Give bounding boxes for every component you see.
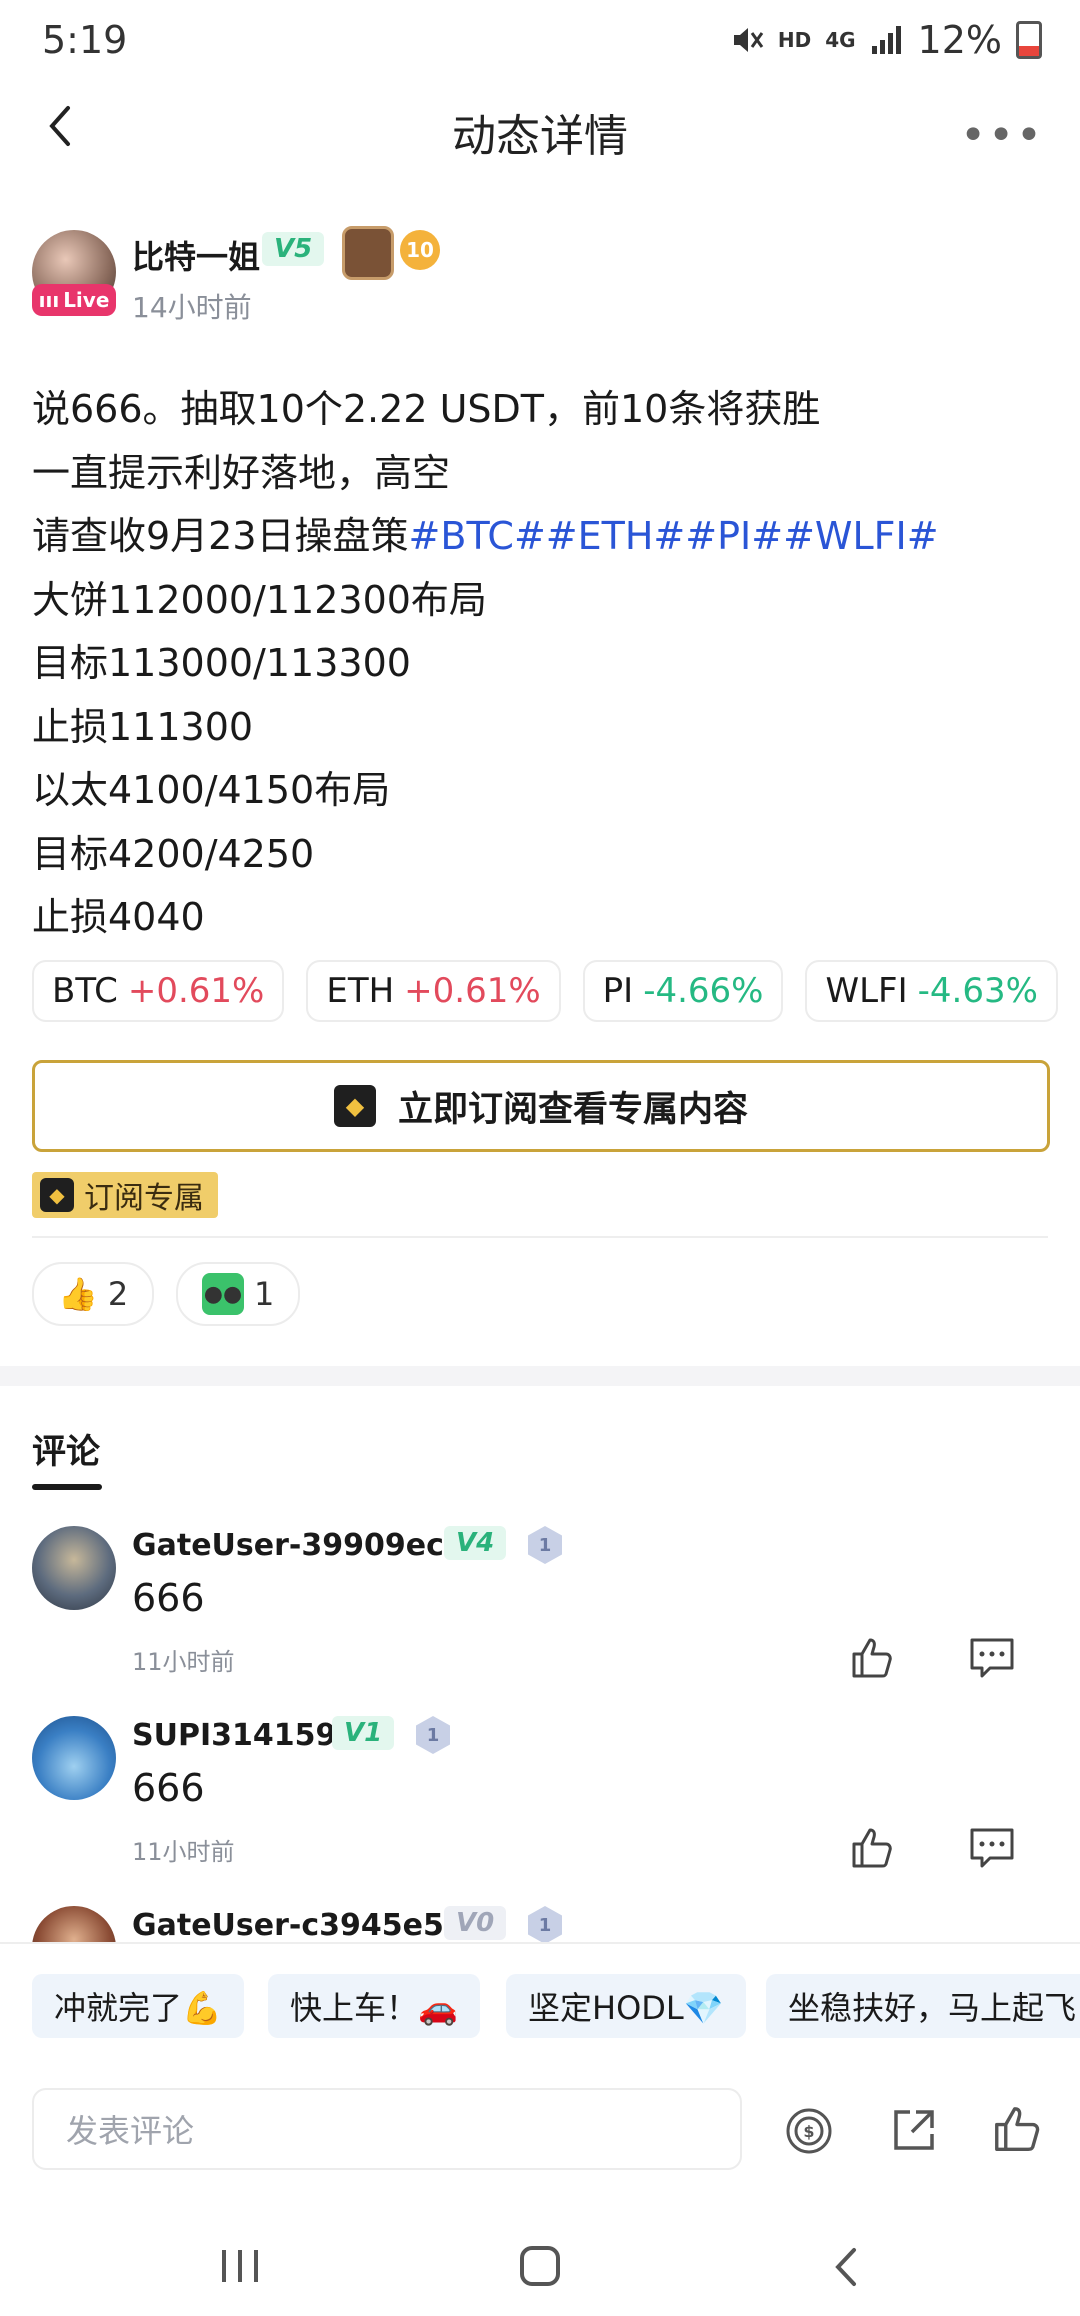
- subscribe-label: 立即订阅查看专属内容: [397, 1089, 748, 1130]
- recent-apps-icon[interactable]: [218, 2246, 264, 2286]
- post-body: 说666。抽取10个2.22 USDT，前10条将获胜 一直提示利好落地，高空 …: [32, 378, 939, 950]
- tip-coin-icon[interactable]: $: [784, 2106, 834, 2156]
- level-badge: 10: [400, 230, 440, 270]
- signal-icon: [871, 26, 901, 54]
- ticker-symbol: BTC: [52, 971, 118, 1011]
- reaction-thumbs-up[interactable]: 👍 2: [32, 1262, 155, 1326]
- subscribe-badge-label: 订阅专属: [84, 1181, 204, 1216]
- comment-time: 11小时前: [132, 1838, 235, 1866]
- thumbs-up-emoji-icon: 👍: [58, 1275, 98, 1313]
- level-shield-icon: 1: [528, 1906, 562, 1942]
- diamond-icon: ◆: [333, 1085, 376, 1127]
- ticker-chip-eth[interactable]: ETH +0.61%: [306, 960, 561, 1022]
- section-separator: [0, 1366, 1080, 1386]
- svg-text:$: $: [803, 2122, 814, 2141]
- post-time: 14小时前: [132, 291, 252, 324]
- comment-username[interactable]: GateUser-c3945e51: [132, 1908, 465, 1942]
- ticker-chip-pi[interactable]: PI -4.66%: [582, 960, 784, 1022]
- ticker-change: -4.63%: [917, 971, 1038, 1011]
- subscribe-only-badge: ◆ 订阅专属: [32, 1172, 218, 1218]
- post-line-text: 请查收9月23日操盘策: [32, 514, 409, 558]
- system-back-icon[interactable]: [830, 2244, 860, 2290]
- home-icon[interactable]: [518, 2244, 562, 2288]
- comment-username[interactable]: SUPI314159: [132, 1718, 336, 1753]
- hashtag-links[interactable]: #BTC##ETH##PI##WLFI#: [409, 514, 939, 558]
- post-line: 以太4100/4150布局: [32, 768, 391, 812]
- ticker-list: BTC +0.61% ETH +0.61% PI -4.66% WLFI -4.…: [32, 960, 1058, 1022]
- battery-icon: [1016, 21, 1042, 59]
- reaction-count: 1: [254, 1275, 275, 1313]
- share-icon[interactable]: [888, 2104, 940, 2156]
- divider: [0, 1942, 1080, 1944]
- ticker-chip-wlfi[interactable]: WLFI -4.63%: [805, 960, 1058, 1022]
- live-bars-icon: ııı: [38, 288, 60, 312]
- quick-reply-chip[interactable]: 快上车！🚗: [268, 1974, 480, 2038]
- network-icon: 4G: [825, 28, 856, 52]
- quick-reply-chip[interactable]: 冲就完了💪: [32, 1974, 244, 2038]
- ticker-symbol: WLFI: [825, 971, 908, 1011]
- level-shield-icon: 1: [528, 1526, 562, 1564]
- battery-percent: 12%: [917, 18, 1002, 62]
- post-line: 大饼112000/112300布局: [32, 577, 487, 622]
- comment-avatar[interactable]: [32, 1526, 116, 1610]
- comment-vip-badge: V4: [444, 1526, 507, 1560]
- ticker-change: -4.66%: [643, 971, 764, 1011]
- diamond-icon: ◆: [40, 1178, 74, 1212]
- quick-reply-chip[interactable]: 坐稳扶好，马上起飞: [766, 1974, 1080, 2038]
- reaction-frog[interactable]: ●● 1: [176, 1262, 301, 1326]
- ticker-symbol: PI: [602, 971, 634, 1011]
- author-name[interactable]: 比特一姐: [132, 232, 260, 278]
- subscribe-button[interactable]: ◆ 立即订阅查看专属内容: [32, 1060, 1050, 1152]
- like-icon[interactable]: [848, 1824, 896, 1872]
- post-line: 请查收9月23日操盘策#BTC##ETH##PI##WLFI#: [32, 505, 939, 569]
- comment-time: 11小时前: [132, 1648, 235, 1676]
- frog-emoji-icon: ●●: [202, 1273, 244, 1315]
- comment-vip-badge: V0: [444, 1906, 507, 1940]
- live-badge[interactable]: ııı Live: [32, 284, 116, 316]
- live-label: Live: [63, 288, 110, 312]
- comment-item-partial: GateUser-c3945e51 V0 1: [0, 1900, 1080, 1942]
- ticker-change: +0.61%: [404, 971, 541, 1011]
- author-vip-badge: V5: [262, 232, 325, 266]
- comment-text: 666: [132, 1576, 205, 1620]
- post-line: 止损111300: [32, 704, 254, 749]
- status-icons: HD 4G 12%: [730, 18, 1042, 62]
- mute-icon: [733, 28, 764, 52]
- post-line: 说666。抽取10个2.22 USDT，前10条将获胜: [32, 387, 821, 431]
- reply-icon[interactable]: [968, 1824, 1016, 1872]
- more-options-button[interactable]: •••: [960, 110, 1044, 161]
- post-line: 目标113000/113300: [32, 641, 411, 685]
- post-line: 一直提示利好落地，高空: [32, 450, 451, 495]
- ticker-symbol: ETH: [326, 971, 395, 1011]
- comment-avatar[interactable]: [32, 1906, 116, 1942]
- status-time: 5:19: [42, 18, 128, 62]
- medal-icon: [342, 226, 394, 280]
- tab-underline: [32, 1484, 102, 1490]
- ticker-change: +0.61%: [127, 971, 265, 1011]
- page-title: 动态详情: [452, 111, 628, 162]
- comment-username[interactable]: GateUser-39909ece: [132, 1528, 464, 1563]
- reply-icon[interactable]: [968, 1634, 1016, 1682]
- like-icon[interactable]: [848, 1634, 896, 1682]
- reaction-count: 2: [107, 1275, 129, 1313]
- comment-text: 666: [132, 1766, 205, 1810]
- comment-avatar[interactable]: [32, 1716, 116, 1800]
- post-line: 止损4040: [32, 895, 205, 939]
- comment-input[interactable]: 发表评论: [32, 2088, 742, 2170]
- post-line: 目标4200/4250: [32, 831, 315, 876]
- quick-reply-chip[interactable]: 坚定HODL💎: [506, 1974, 746, 2038]
- hd-icon: HD: [777, 28, 812, 52]
- divider: [32, 1236, 1048, 1238]
- tab-comments[interactable]: 评论: [32, 1424, 100, 1473]
- ticker-chip-btc[interactable]: BTC +0.61%: [32, 960, 285, 1022]
- like-post-icon[interactable]: [990, 2102, 1044, 2156]
- comment-vip-badge: V1: [332, 1716, 395, 1750]
- status-bar: 5:19 HD 4G 12%: [0, 0, 1080, 80]
- system-nav-bar: [0, 2200, 1080, 2316]
- level-shield-icon: 1: [416, 1716, 450, 1754]
